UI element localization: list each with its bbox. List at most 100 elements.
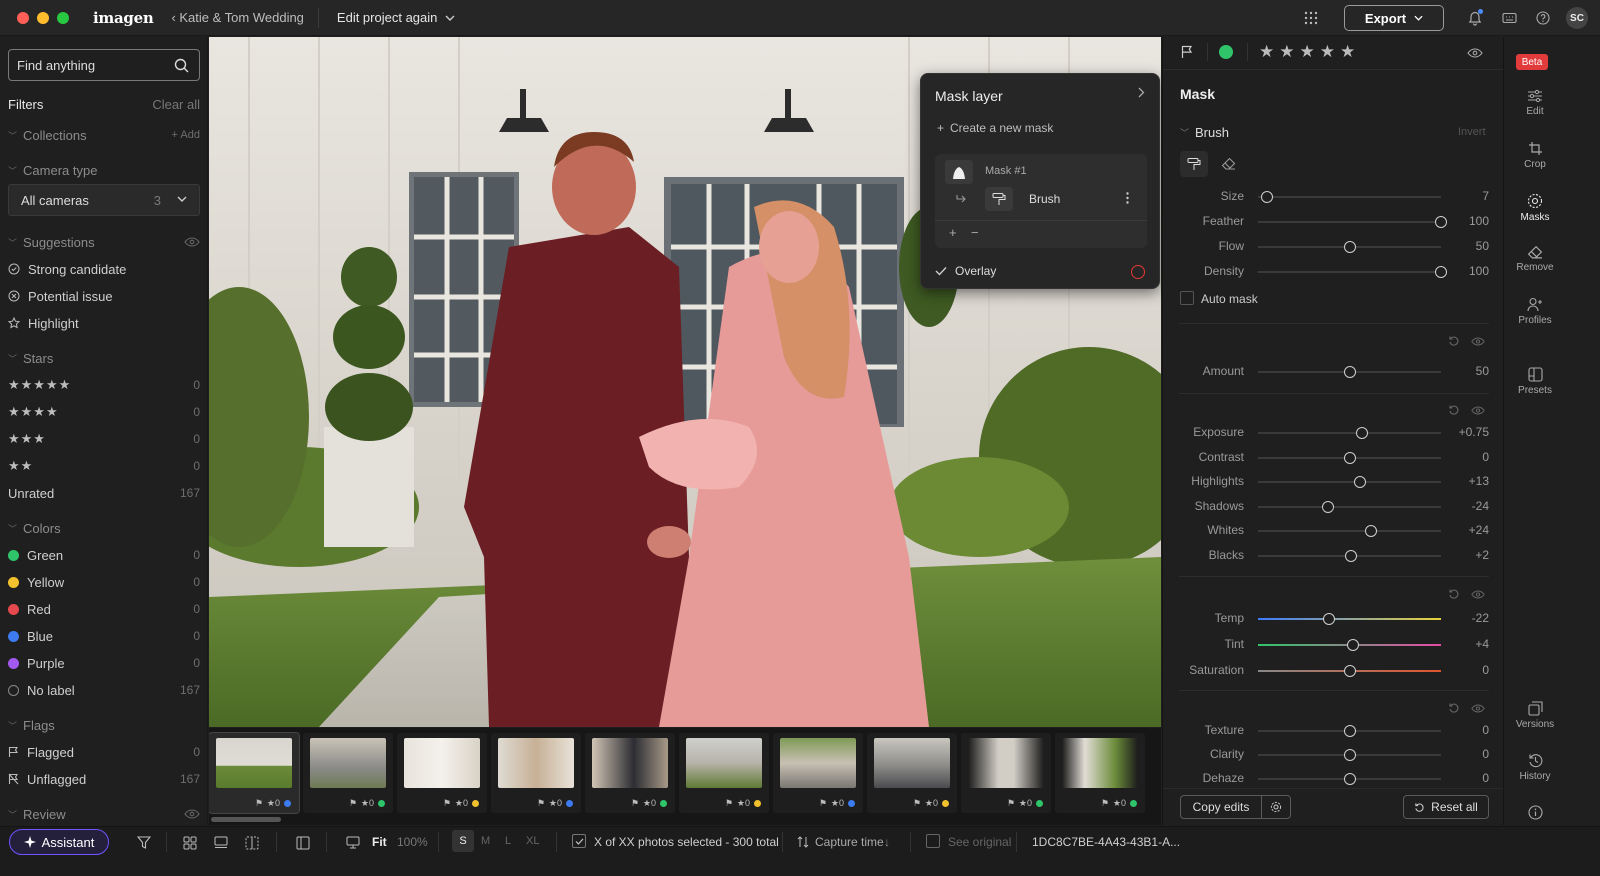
suggestions-section[interactable]: ﹀ Suggestions <box>8 232 200 252</box>
info-button[interactable] <box>1504 805 1566 823</box>
see-original-checkbox[interactable] <box>926 834 940 848</box>
project-dropdown[interactable]: Edit project again <box>337 10 455 25</box>
eye-icon[interactable] <box>184 237 200 247</box>
zoom-window-button[interactable] <box>57 11 69 24</box>
help-button[interactable] <box>1526 0 1560 36</box>
flags-section[interactable]: ﹀ Flags <box>8 715 200 735</box>
slider-knob[interactable] <box>1343 665 1356 677</box>
slider-value[interactable]: 50 <box>1449 364 1489 378</box>
reset-all-button[interactable]: Reset all <box>1403 795 1489 819</box>
fit-button[interactable]: Fit <box>372 835 387 849</box>
thumb-size-xl[interactable]: XL <box>526 835 539 847</box>
auto-mask-checkbox[interactable] <box>1180 291 1194 305</box>
keyboard-button[interactable] <box>1492 0 1526 36</box>
slider-value[interactable]: +4 <box>1449 637 1489 651</box>
breadcrumb-back[interactable]: ‹ Katie & Tom Wedding <box>171 10 303 25</box>
slider-knob[interactable] <box>1261 191 1274 203</box>
eye-icon[interactable] <box>1471 406 1485 415</box>
color-filter-green[interactable]: Green 0 <box>8 545 200 565</box>
reset-icon[interactable] <box>1448 702 1460 714</box>
camera-select[interactable]: All cameras 3 <box>8 184 200 216</box>
export-button[interactable]: Export <box>1344 5 1444 31</box>
clear-all-button[interactable]: Clear all <box>152 97 200 112</box>
grid-menu-button[interactable] <box>1294 0 1328 36</box>
tool-history[interactable]: History <box>1504 753 1566 782</box>
slider-knob[interactable] <box>1345 550 1358 562</box>
slider-knob[interactable] <box>1354 476 1367 489</box>
slider-value[interactable]: 0 <box>1449 663 1489 677</box>
mask-card[interactable]: Mask #1 Brush + − <box>935 154 1147 248</box>
copy-edits-button[interactable]: Copy edits <box>1180 795 1262 819</box>
slider-knob[interactable] <box>1321 500 1334 513</box>
collections-section[interactable]: ﹀ Collections + Add <box>8 125 200 145</box>
stars-filter-3[interactable]: ★★★ 0 <box>8 429 200 449</box>
tool-versions[interactable]: Versions <box>1504 701 1566 730</box>
arrow-down-icon[interactable]: ↓ <box>884 835 890 849</box>
eraser-icon[interactable] <box>1221 157 1236 170</box>
slider-value[interactable]: 100 <box>1449 264 1489 278</box>
slider-value[interactable]: +24 <box>1449 523 1489 537</box>
slider-knob[interactable] <box>1343 451 1356 464</box>
flag-filter-unflagged[interactable]: Unflagged 167 <box>8 769 200 789</box>
slider-value[interactable]: 0 <box>1449 747 1489 761</box>
sidebar-toggle-icon[interactable] <box>296 836 310 850</box>
slider-track[interactable] <box>1258 530 1441 533</box>
slider-value[interactable]: 7 <box>1449 189 1489 203</box>
review-section[interactable]: ﹀ Review <box>8 804 200 824</box>
flag-filter-flagged[interactable]: Flagged 0 <box>8 742 200 762</box>
tool-presets[interactable]: Presets <box>1504 367 1566 396</box>
invert-toggle[interactable]: Invert <box>1458 126 1486 138</box>
slider-track[interactable] <box>1258 221 1441 223</box>
slider-track[interactable] <box>1258 432 1441 434</box>
filmstrip-thumbnail[interactable]: ⚑ ★0 <box>867 733 957 813</box>
slider-track[interactable] <box>1258 196 1441 198</box>
color-filter-no-label[interactable]: No label 167 <box>8 680 200 700</box>
assistant-button[interactable]: Assistant <box>9 829 109 855</box>
grid-view-icon[interactable] <box>183 836 197 850</box>
tool-edit[interactable]: Edit <box>1504 89 1566 117</box>
overlay-color-swatch[interactable] <box>1131 265 1145 279</box>
zoom-100-button[interactable]: 100% <box>397 835 428 849</box>
filmstrip-view-icon[interactable] <box>214 836 228 850</box>
stars-section[interactable]: ﹀ Stars <box>8 348 200 368</box>
slider-knob[interactable] <box>1356 427 1369 439</box>
stars-filter-unrated[interactable]: Unrated 167 <box>8 483 200 503</box>
thumb-size-l[interactable]: L <box>505 835 511 847</box>
slider-value[interactable]: 100 <box>1449 214 1489 228</box>
filmstrip-thumbnail[interactable]: ⚑ ★0 <box>491 733 581 813</box>
tool-masks[interactable]: Masks <box>1504 193 1566 223</box>
filmstrip-thumbnail[interactable]: ⚑ ★0 <box>397 733 487 813</box>
suggestion-strong-candidate[interactable]: Strong candidate <box>8 259 200 279</box>
filmstrip-thumbnail[interactable]: ⚑ ★0 <box>773 733 863 813</box>
search-icon[interactable] <box>174 58 189 73</box>
tool-crop[interactable]: Crop <box>1504 141 1566 170</box>
brush-tool-button[interactable] <box>1180 151 1208 177</box>
filmstrip-thumbnail[interactable]: ⚑ ★0 <box>1055 733 1145 813</box>
eye-icon[interactable] <box>184 809 200 819</box>
avatar[interactable]: SC <box>1566 7 1588 29</box>
chevron-right-icon[interactable] <box>1138 87 1145 98</box>
copy-settings-button[interactable] <box>1261 795 1291 819</box>
select-all-checkbox[interactable] <box>572 834 586 848</box>
slider-knob[interactable] <box>1343 773 1356 785</box>
filmstrip-thumbnail[interactable]: ⚑ ★0 <box>585 733 675 813</box>
filmstrip-thumbnail[interactable]: ⚑ ★0 <box>303 733 393 813</box>
star-rating-input[interactable]: ★★★★★ <box>1259 42 1360 62</box>
slider-knob[interactable] <box>1343 749 1356 761</box>
tool-profiles[interactable]: Profiles <box>1504 297 1566 326</box>
eye-icon[interactable] <box>1467 48 1483 58</box>
slider-knob[interactable] <box>1343 366 1356 378</box>
slider-value[interactable]: 50 <box>1449 239 1489 253</box>
eye-icon[interactable] <box>1471 337 1485 346</box>
slider-knob[interactable] <box>1365 525 1378 538</box>
slider-knob[interactable] <box>1343 241 1356 253</box>
color-filter-yellow[interactable]: Yellow 0 <box>8 572 200 592</box>
color-filter-red[interactable]: Red 0 <box>8 599 200 619</box>
color-filter-purple[interactable]: Purple 0 <box>8 653 200 673</box>
notifications-button[interactable] <box>1458 0 1492 36</box>
overlay-toggle[interactable]: Overlay <box>935 264 996 278</box>
slider-knob[interactable] <box>1323 613 1336 625</box>
eye-icon[interactable] <box>1471 590 1485 599</box>
slider-track[interactable] <box>1258 505 1441 508</box>
filmstrip-scrollbar[interactable] <box>211 817 281 822</box>
